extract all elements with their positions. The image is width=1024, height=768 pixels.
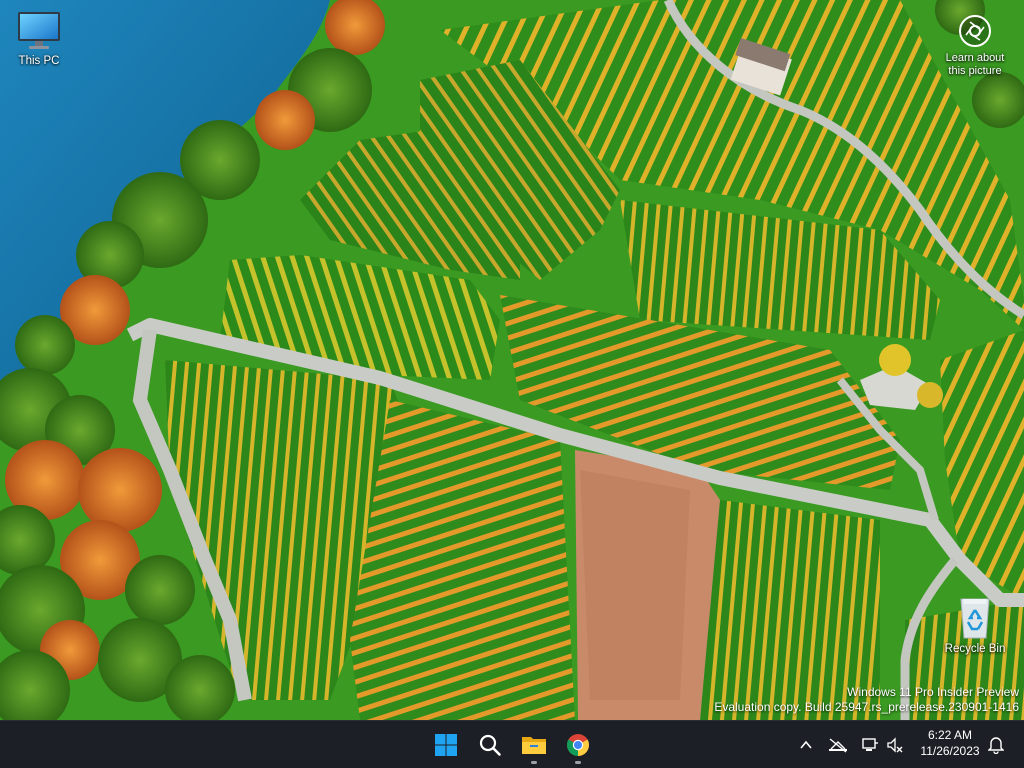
clock-time: 6:22 AM [927,728,973,742]
learn-about-this-picture[interactable]: Learn about this picture [935,14,1015,78]
watermark-line2: Evaluation copy. Build 25947.rs_prerelea… [714,700,1019,714]
windows-logo-icon [435,734,457,756]
search-icon [479,734,501,756]
search-button[interactable] [470,725,510,765]
network-icon [829,738,847,753]
taskbar: 6:22 AM 11/26/2023 [0,720,1024,768]
device-icon [862,738,878,751]
recycle-bin-icon [960,598,990,639]
monitor-icon [18,12,60,49]
this-pc-label: This PC [18,55,60,67]
watermark-line1: Windows 11 Pro Insider Preview [847,685,1019,699]
camera-icon [959,15,991,47]
evaluation-watermark: Windows 11 Pro Insider Preview Evaluatio… [714,685,1019,715]
this-pc-desktop-icon[interactable]: This PC [1,8,77,68]
recycle-bin-label: Recycle Bin [944,643,1006,655]
network-status-button[interactable] [827,733,849,757]
volume-button[interactable] [884,733,906,757]
chrome-button[interactable] [558,725,598,765]
desktop-wallpaper [0,0,1024,720]
folder-icon [522,737,546,754]
notifications-button[interactable] [985,733,1007,757]
taskbar-clock[interactable]: 6:22 AM 11/26/2023 [912,727,988,759]
clock-date: 11/26/2023 [920,744,980,758]
chevron-up-icon [800,740,812,749]
show-hidden-icons-button[interactable] [795,733,817,757]
bell-icon [988,737,1004,754]
device-status-button[interactable] [859,733,881,757]
recycle-bin-desktop-icon[interactable]: Recycle Bin [937,596,1013,656]
volume-muted-icon [887,737,903,753]
chrome-icon [567,734,589,756]
file-explorer-button[interactable] [514,725,554,765]
learn-about-label-line1: Learn about [945,52,1005,64]
learn-about-label-line2: this picture [948,65,1002,77]
start-button[interactable] [426,725,466,765]
